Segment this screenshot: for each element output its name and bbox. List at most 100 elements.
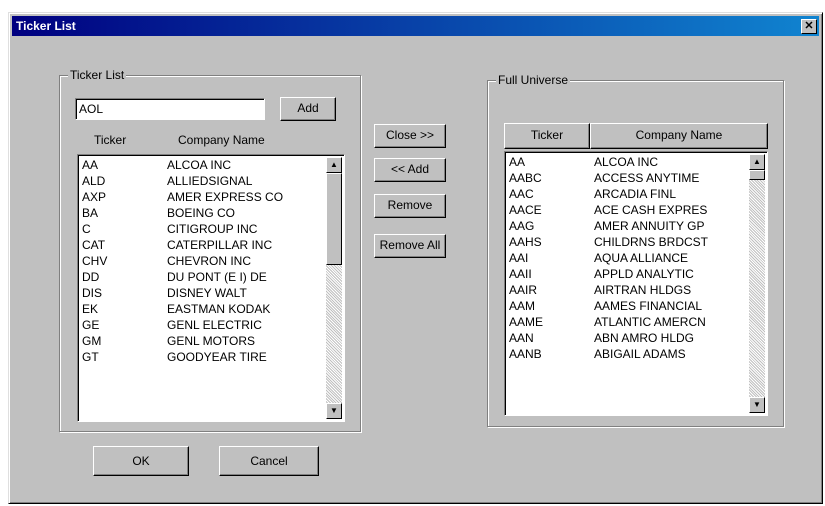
list-item[interactable]: AAHS CHILDRNS BRDCST bbox=[507, 234, 749, 250]
list-item[interactable]: AAG AMER ANNUITY GP bbox=[507, 218, 749, 234]
universe-rows: AA ALCOA INC AABC ACCESS ANYTIME AAC ARCADIA … bbox=[507, 154, 749, 362]
company-name: CHEVRON INC bbox=[167, 254, 252, 268]
list-item[interactable]: AA ALCOA INC bbox=[507, 154, 749, 170]
ticker-scrollbar[interactable]: ▲ ▼ bbox=[326, 157, 342, 419]
title-bar[interactable]: Ticker List ✕ bbox=[12, 16, 819, 36]
company-name: AIRTRAN HLDGS bbox=[594, 283, 692, 297]
scroll-thumb[interactable] bbox=[326, 173, 342, 265]
remove-button[interactable]: Remove bbox=[374, 194, 446, 218]
arrow-down-icon: ▼ bbox=[330, 406, 338, 415]
list-item[interactable]: AAME ATLANTIC AMERCN bbox=[507, 314, 749, 330]
ticker-symbol: AXP bbox=[82, 190, 107, 204]
ticker-symbol: C bbox=[82, 222, 91, 236]
col-header-ticker-universe[interactable]: Ticker bbox=[504, 123, 590, 149]
company-name: AQUA ALLIANCE bbox=[594, 251, 689, 265]
ticker-symbol: AAM bbox=[509, 299, 536, 313]
company-name: GOODYEAR TIRE bbox=[167, 350, 267, 364]
ok-button[interactable]: OK bbox=[93, 446, 189, 476]
ticker-symbol: AA bbox=[509, 155, 526, 169]
close-panel-button[interactable]: Close >> bbox=[374, 124, 446, 148]
scroll-thumb[interactable] bbox=[749, 170, 765, 180]
close-icon: ✕ bbox=[804, 20, 814, 32]
cancel-button[interactable]: Cancel bbox=[219, 446, 319, 476]
ticker-symbol: DIS bbox=[82, 286, 103, 300]
list-item[interactable]: AAN ABN AMRO HLDG bbox=[507, 330, 749, 346]
list-item[interactable]: AA ALCOA INC bbox=[80, 157, 326, 173]
list-item[interactable]: CAT CATERPILLAR INC bbox=[80, 237, 326, 253]
col-header-company: Company Name bbox=[178, 133, 265, 147]
list-item[interactable]: AACE ACE CASH EXPRES bbox=[507, 202, 749, 218]
ticker-symbol: AAHS bbox=[509, 235, 542, 249]
ticker-symbol: AA bbox=[82, 158, 99, 172]
col-header-ticker: Ticker bbox=[94, 133, 127, 147]
ticker-input[interactable] bbox=[75, 98, 265, 120]
company-name: EASTMAN KODAK bbox=[167, 302, 271, 316]
company-name: AMER ANNUITY GP bbox=[594, 219, 705, 233]
list-item[interactable]: AAI AQUA ALLIANCE bbox=[507, 250, 749, 266]
company-name: ALLIEDSIGNAL bbox=[167, 174, 253, 188]
ticker-symbol: CAT bbox=[82, 238, 106, 252]
ticker-listbox[interactable]: AA ALCOA INC ALD ALLIEDSIGNAL AXP AMER EXPRES… bbox=[77, 154, 345, 422]
company-name: ATLANTIC AMERCN bbox=[594, 315, 706, 329]
col-header-company-universe[interactable]: Company Name bbox=[590, 123, 768, 149]
list-item[interactable]: GT GOODYEAR TIRE bbox=[80, 349, 326, 365]
ticker-symbol: ALD bbox=[82, 174, 106, 188]
company-name: ABN AMRO HLDG bbox=[594, 331, 695, 345]
list-item[interactable]: BA BOEING CO bbox=[80, 205, 326, 221]
company-name: ABIGAIL ADAMS bbox=[594, 347, 686, 361]
list-item[interactable]: AABC ACCESS ANYTIME bbox=[507, 170, 749, 186]
close-window-button[interactable]: ✕ bbox=[801, 19, 817, 34]
universe-listbox[interactable]: AA ALCOA INC AABC ACCESS ANYTIME AAC ARCADIA … bbox=[504, 151, 768, 416]
list-item[interactable]: DD DU PONT (E I) DE bbox=[80, 269, 326, 285]
company-name: CITIGROUP INC bbox=[167, 222, 258, 236]
ticker-rows: AA ALCOA INC ALD ALLIEDSIGNAL AXP AMER EXPRES… bbox=[80, 157, 326, 365]
scroll-down-button[interactable]: ▼ bbox=[326, 403, 342, 419]
list-item[interactable]: AANB ABIGAIL ADAMS bbox=[507, 346, 749, 362]
list-item[interactable]: ALD ALLIEDSIGNAL bbox=[80, 173, 326, 189]
full-universe-group: Full Universe Ticker Company Name AA ALCO… bbox=[487, 73, 784, 427]
ticker-symbol: DD bbox=[82, 270, 100, 284]
list-item[interactable]: EK EASTMAN KODAK bbox=[80, 301, 326, 317]
ticker-symbol: CHV bbox=[82, 254, 108, 268]
scroll-down-button[interactable]: ▼ bbox=[749, 397, 765, 413]
company-name: AAMES FINANCIAL bbox=[594, 299, 703, 313]
full-universe-legend: Full Universe bbox=[496, 73, 571, 87]
company-name: BOEING CO bbox=[167, 206, 236, 220]
ticker-symbol: AAC bbox=[509, 187, 534, 201]
scroll-up-button[interactable]: ▲ bbox=[749, 154, 765, 170]
ticker-list-legend: Ticker List bbox=[68, 68, 127, 82]
company-name: GENL ELECTRIC bbox=[167, 318, 262, 332]
ticker-symbol: AACE bbox=[509, 203, 542, 217]
company-name: GENL MOTORS bbox=[167, 334, 256, 348]
company-name: ALCOA INC bbox=[167, 158, 232, 172]
list-item[interactable]: DIS DISNEY WALT bbox=[80, 285, 326, 301]
list-item[interactable]: AAIR AIRTRAN HLDGS bbox=[507, 282, 749, 298]
company-name: ALCOA INC bbox=[594, 155, 659, 169]
company-name: CHILDRNS BRDCST bbox=[594, 235, 709, 249]
list-item[interactable]: GE GENL ELECTRIC bbox=[80, 317, 326, 333]
ticker-symbol: AAG bbox=[509, 219, 535, 233]
scroll-up-button[interactable]: ▲ bbox=[326, 157, 342, 173]
ticker-symbol: BA bbox=[82, 206, 99, 220]
company-name: DISNEY WALT bbox=[167, 286, 247, 300]
add-ticker-button[interactable]: Add bbox=[280, 97, 336, 121]
company-name: ACCESS ANYTIME bbox=[594, 171, 700, 185]
list-item[interactable]: CHV CHEVRON INC bbox=[80, 253, 326, 269]
add-from-universe-button[interactable]: << Add bbox=[374, 158, 446, 182]
list-item[interactable]: AAII APPLD ANALYTIC bbox=[507, 266, 749, 282]
ticker-symbol: GE bbox=[82, 318, 100, 332]
universe-scrollbar[interactable]: ▲ ▼ bbox=[749, 154, 765, 413]
company-name: AMER EXPRESS CO bbox=[167, 190, 284, 204]
list-item[interactable]: AXP AMER EXPRESS CO bbox=[80, 189, 326, 205]
list-item[interactable]: C CITIGROUP INC bbox=[80, 221, 326, 237]
company-name: APPLD ANALYTIC bbox=[594, 267, 694, 281]
company-name: ARCADIA FINL bbox=[594, 187, 677, 201]
list-item[interactable]: AAM AAMES FINANCIAL bbox=[507, 298, 749, 314]
list-item[interactable]: AAC ARCADIA FINL bbox=[507, 186, 749, 202]
window-title: Ticker List bbox=[16, 19, 76, 33]
ticker-symbol: AAN bbox=[509, 331, 534, 345]
remove-all-button[interactable]: Remove All bbox=[374, 234, 446, 258]
list-item[interactable]: GM GENL MOTORS bbox=[80, 333, 326, 349]
ticker-list-dialog: Ticker List ✕ Ticker List Add Ticker Com… bbox=[8, 12, 823, 504]
ticker-symbol: AAIR bbox=[509, 283, 538, 297]
